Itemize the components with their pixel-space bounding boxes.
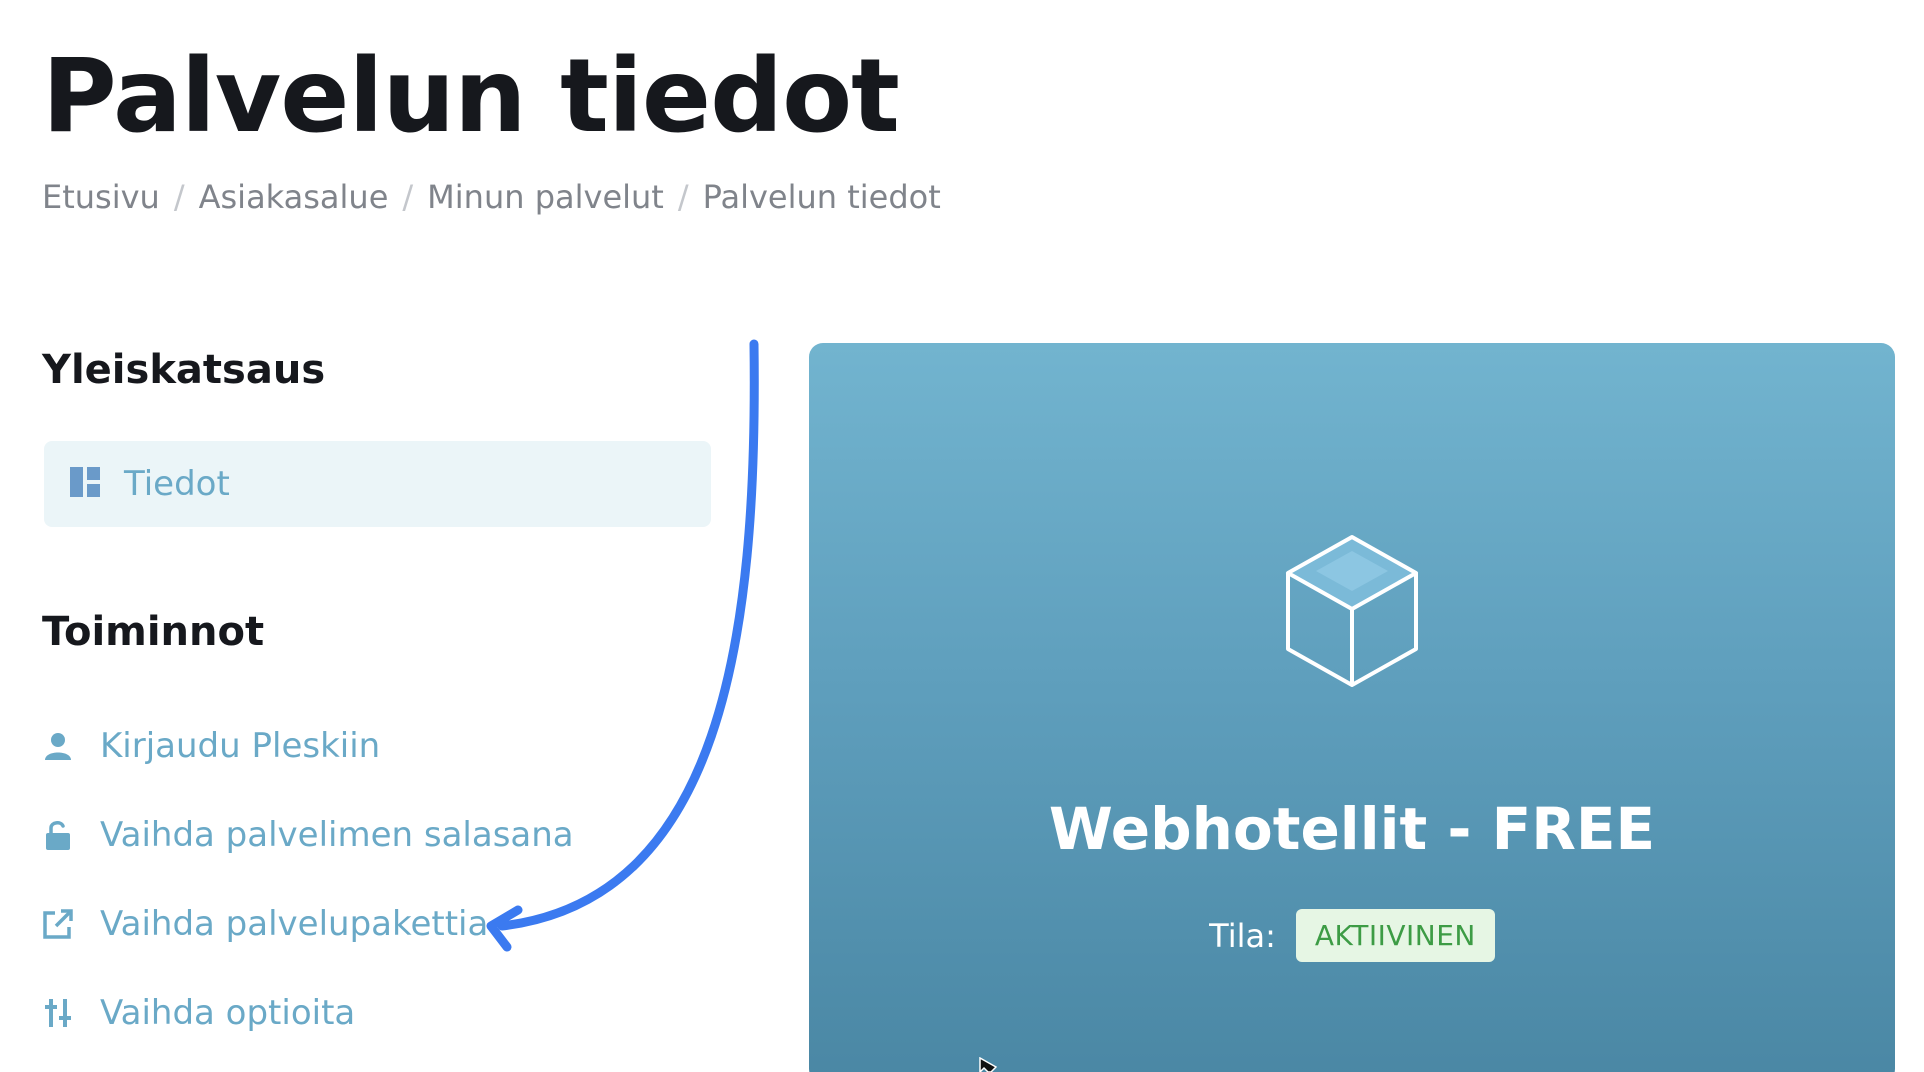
service-name: Webhotellit - FREE — [1048, 795, 1656, 863]
status-label: Tila: — [1209, 916, 1276, 955]
unlock-icon — [42, 819, 74, 851]
overview-title: Yleiskatsaus — [42, 347, 326, 393]
sliders-icon — [42, 997, 74, 1029]
breadcrumb: Etusivu / Asiakasalue / Minun palvelut /… — [42, 178, 941, 216]
action-change-options[interactable]: Vaihda optioita — [42, 993, 355, 1033]
action-login-plesk[interactable]: Kirjaudu Pleskiin — [42, 726, 380, 766]
action-label: Vaihda palvelupakettia — [100, 904, 489, 944]
action-label: Vaihda optioita — [100, 993, 356, 1033]
breadcrumb-current: Palvelun tiedot — [702, 178, 941, 216]
breadcrumb-home[interactable]: Etusivu — [42, 178, 160, 216]
breadcrumb-separator: / — [677, 178, 689, 216]
user-icon — [42, 730, 74, 762]
action-label: Vaihda palvelimen salasana — [100, 815, 574, 855]
action-change-package[interactable]: Vaihda palvelupakettia — [42, 904, 488, 944]
breadcrumb-separator: / — [402, 178, 414, 216]
dashboard-icon — [70, 467, 100, 501]
breadcrumb-separator: / — [173, 178, 185, 216]
status-badge: AKTIIVINEN — [1295, 909, 1495, 962]
status-row: Tila: AKTIIVINEN — [809, 909, 1895, 962]
breadcrumb-my-services[interactable]: Minun palvelut — [427, 178, 664, 216]
sidebar-item-tiedot[interactable]: Tiedot — [44, 441, 711, 527]
action-label: Kirjaudu Pleskiin — [100, 726, 381, 766]
service-card: Webhotellit - FREE Tila: AKTIIVINEN — [809, 343, 1895, 1072]
breadcrumb-customer-area[interactable]: Asiakasalue — [199, 178, 389, 216]
actions-title: Toiminnot — [42, 609, 265, 655]
mouse-cursor-icon — [979, 1056, 998, 1072]
action-change-password[interactable]: Vaihda palvelimen salasana — [42, 815, 574, 855]
sidebar-item-label: Tiedot — [124, 464, 230, 504]
external-link-icon — [42, 908, 74, 940]
page-title: Palvelun tiedot — [42, 37, 900, 156]
cube-icon — [1284, 533, 1420, 693]
